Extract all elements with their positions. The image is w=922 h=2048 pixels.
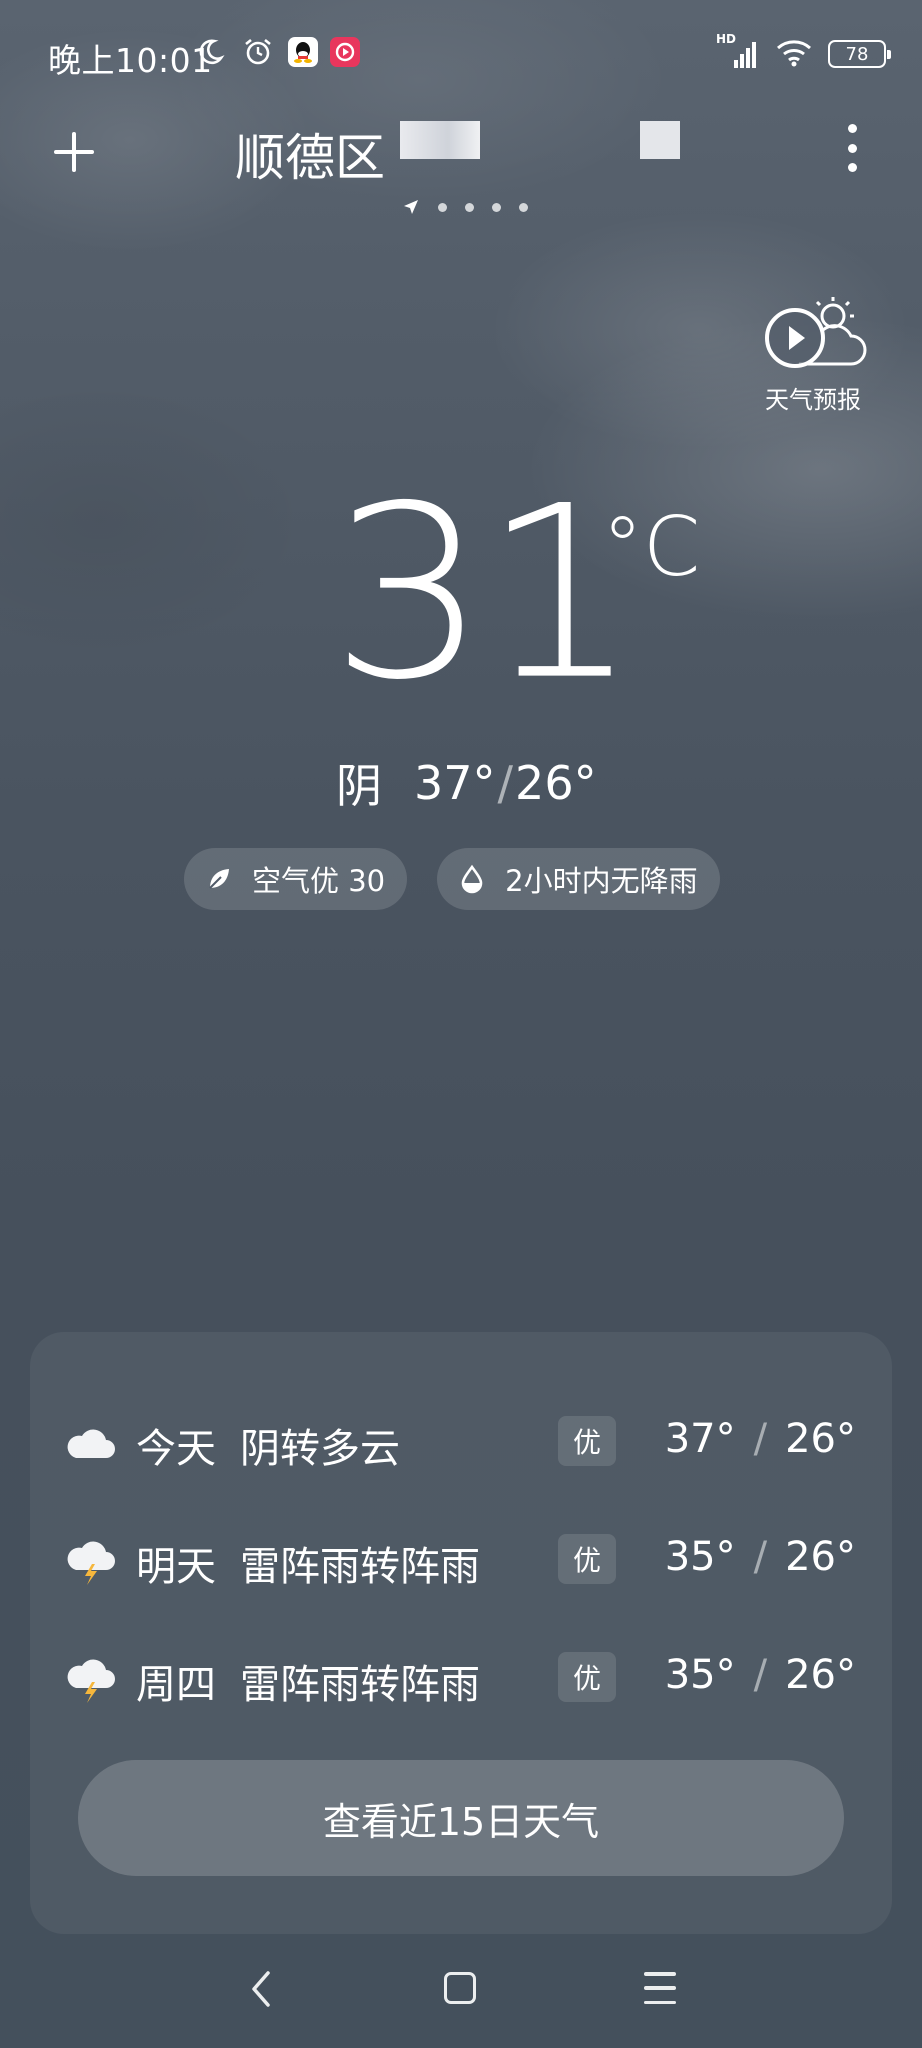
forecast-day: 今天 [136, 1426, 216, 1472]
battery-indicator: 78 [828, 40, 891, 68]
status-time: 晚上10:01 [48, 41, 213, 80]
forecast-day: 明天 [136, 1544, 216, 1590]
city-page-indicator [402, 198, 528, 216]
water-drop-icon [457, 864, 487, 894]
page-dot [519, 202, 528, 212]
add-city-button[interactable] [50, 128, 98, 176]
forecast-temps: 37° / 26° [665, 1416, 856, 1462]
info-chips: 空气优 30 2小时内无降雨 [184, 848, 720, 910]
today-high: 37° [414, 756, 496, 810]
play-cloud-icon [765, 297, 867, 368]
redacted-block [640, 121, 680, 159]
page-dot [492, 202, 501, 212]
view-15-day-forecast-button[interactable]: 查看近15日天气 [78, 1760, 844, 1876]
forecast-high: 35° [664, 1652, 736, 1698]
page-dot [438, 202, 447, 212]
forecast-aqi-badge: 优 [558, 1652, 616, 1702]
rain-chip[interactable]: 2小时内无降雨 [437, 848, 720, 910]
today-low: 26° [515, 756, 597, 810]
battery-level: 78 [845, 43, 869, 65]
today-summary: 阴 37° / 26° [336, 750, 597, 816]
city-title[interactable]: 顺德区 [235, 118, 385, 190]
forecast-temps: 35° / 26° [665, 1652, 856, 1698]
forecast-condition: 雷阵雨转阵雨 [240, 1544, 480, 1590]
forecast-row-thursday[interactable]: 周四 雷阵雨转阵雨 优 35° / 26° [30, 1638, 892, 1718]
status-notification-icons [192, 34, 360, 70]
status-bar: 晚上10:01 HD 78 [0, 0, 922, 104]
weather-video-button[interactable]: 天气预报 [758, 294, 868, 415]
back-icon[interactable] [246, 1968, 276, 2010]
forecast-low: 26° [785, 1652, 856, 1698]
forecast-day: 周四 [136, 1662, 216, 1708]
thunderstorm-icon [66, 1538, 116, 1585]
forecast-row-today[interactable]: 今天 阴转多云 优 37° / 26° [30, 1402, 892, 1482]
forecast-temps: 35° / 26° [665, 1534, 856, 1580]
video-app-icon [330, 37, 360, 67]
weather-video-label: 天气预报 [765, 386, 861, 414]
forecast-low: 26° [785, 1416, 856, 1462]
temperature-unit: °C [602, 500, 701, 595]
forecast-high: 35° [664, 1534, 736, 1580]
status-system-icons: HD 78 [716, 32, 891, 72]
recent-apps-icon[interactable] [644, 1972, 676, 2004]
location-arrow-icon [404, 200, 418, 214]
forecast-low: 26° [785, 1534, 856, 1580]
thunderstorm-icon [66, 1656, 116, 1703]
air-quality-text: 空气优 30 [252, 864, 386, 898]
forecast-card: 今天 阴转多云 优 37° / 26° 明天 雷阵雨转阵雨 优 35° / 26… [30, 1332, 892, 1934]
navigation-bar [0, 1950, 922, 2030]
temperature-value: 31 [330, 455, 640, 733]
leaf-icon [204, 864, 234, 894]
page-dot [465, 202, 474, 212]
moon-icon [192, 34, 228, 70]
rain-text: 2小时内无降雨 [505, 864, 698, 898]
temp-separator: / [753, 1652, 768, 1698]
qq-app-icon [288, 37, 318, 67]
forecast-high: 37° [664, 1416, 736, 1462]
current-temperature: 31 °C [330, 455, 700, 733]
air-quality-chip[interactable]: 空气优 30 [184, 848, 408, 910]
wifi-icon [774, 36, 814, 72]
signal-icon: HD [716, 32, 760, 72]
forecast-aqi-badge: 优 [558, 1416, 616, 1466]
home-icon[interactable] [444, 1972, 476, 2004]
more-options-button[interactable] [844, 124, 860, 172]
forecast-condition: 雷阵雨转阵雨 [240, 1662, 480, 1708]
temp-separator: / [753, 1416, 768, 1462]
temp-separator: / [753, 1534, 768, 1580]
forecast-aqi-badge: 优 [558, 1534, 616, 1584]
forecast-condition: 阴转多云 [240, 1426, 400, 1472]
cloud-icon [66, 1420, 116, 1464]
redacted-block [400, 121, 480, 159]
current-condition: 阴 [336, 759, 382, 813]
range-separator: / [497, 756, 514, 810]
forecast-row-tomorrow[interactable]: 明天 雷阵雨转阵雨 优 35° / 26° [30, 1520, 892, 1600]
alarm-icon [240, 34, 276, 70]
